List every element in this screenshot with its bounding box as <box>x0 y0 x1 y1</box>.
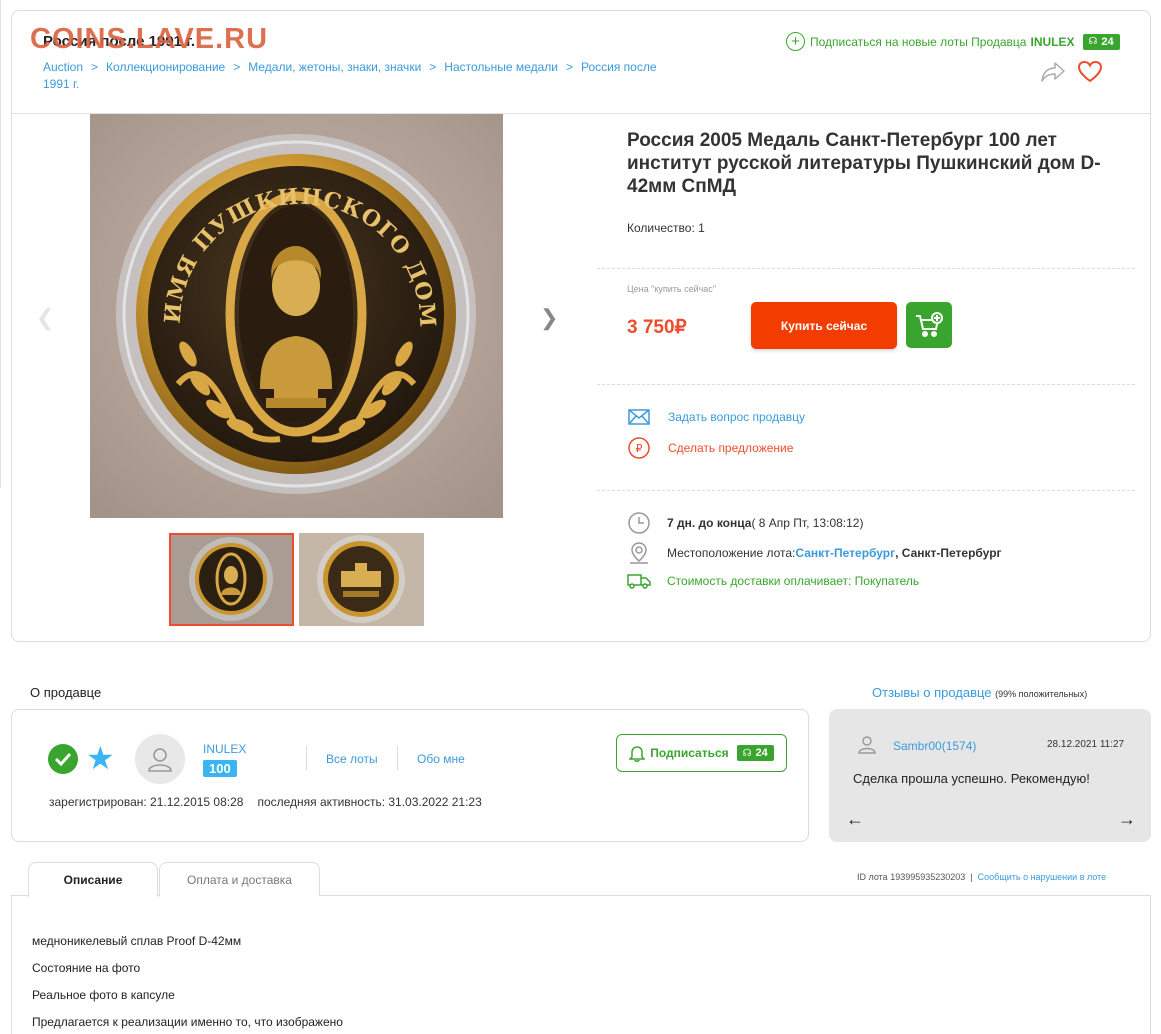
add-to-cart-button[interactable] <box>906 302 952 348</box>
make-offer-link[interactable]: ₽ Сделать предложение <box>627 437 793 459</box>
follow-button[interactable]: Подписаться ☊ 24 <box>616 734 787 772</box>
watermark: COINS.LAVE.RU <box>30 23 269 55</box>
user-icon <box>857 734 877 757</box>
review-user[interactable]: Sambr00(1574) <box>857 734 976 757</box>
registered-date: зарегистрирован: 21.12.2015 08:28 <box>49 795 244 809</box>
divider <box>597 490 1135 491</box>
followers-count: 24 <box>755 747 768 759</box>
ask-question-label: Задать вопрос продавцу <box>668 410 806 424</box>
price-label: Цена "купить сейчас" <box>627 284 717 294</box>
thumbnail-obverse[interactable] <box>169 533 294 626</box>
description-line: Состояние на фото <box>32 961 141 975</box>
avatar[interactable] <box>135 734 185 784</box>
location-row: Местоположение лота: Санкт-Петербург, Са… <box>627 541 1002 565</box>
content-divider <box>0 0 1 488</box>
plus-icon: + <box>786 32 805 51</box>
report-violation-link[interactable]: Сообщить о нарушении в лоте <box>978 872 1107 882</box>
verified-icon <box>48 744 78 774</box>
breadcrumb-item-collecting[interactable]: Коллекционирование <box>106 60 225 74</box>
last-active-date: последняя активность: 31.03.2022 21:23 <box>257 795 482 809</box>
seller-registration: зарегистрирован: 21.12.2015 08:28 последн… <box>49 795 496 809</box>
ask-question-link[interactable]: Задать вопрос продавцу <box>627 409 805 425</box>
about-me-link[interactable]: Обо мне <box>417 752 465 766</box>
location-region: , Санкт-Петербург <box>895 546 1002 560</box>
lot-id-separator: | <box>970 872 973 882</box>
subscribers-badge: ☊ 24 <box>1082 33 1120 50</box>
main-lot-image[interactable]: ИМЯ ПУШКИНСКОГО ДОМА В АКАДЕМИИ НАУК! <box>90 114 503 518</box>
seller-card <box>11 709 809 842</box>
user-icon: ☊ <box>742 747 752 759</box>
followers-badge: ☊ 24 <box>736 745 774 761</box>
description-panel <box>11 895 1151 1034</box>
review-prev-arrow[interactable]: ← <box>846 809 864 830</box>
subscribers-count: 24 <box>1101 35 1114 48</box>
follow-label: Подписаться <box>650 746 729 760</box>
lot-title: Россия 2005 Медаль Санкт-Петербург 100 л… <box>627 130 1101 197</box>
review-date: 28.12.2021 11:27 <box>1047 739 1125 750</box>
mail-icon <box>627 409 651 425</box>
about-seller-title: О продавце <box>30 685 102 700</box>
buy-now-button[interactable]: Купить сейчас <box>751 302 897 349</box>
delivery-label: Стоимость доставки оплачивает: Покупател… <box>667 574 920 588</box>
lot-id-value: ID лота 193995935230203 <box>857 872 966 882</box>
star-icon: ★ <box>86 740 115 776</box>
lot-quantity: Количество: 1 <box>627 221 705 235</box>
ruble-icon: ₽ <box>627 437 651 459</box>
time-left-row: 7 дн. до конца ( 8 Апр Пт, 13:08:12) <box>627 512 863 534</box>
heart-icon[interactable] <box>1077 60 1103 89</box>
lot-id: ID лота 193995935230203 | Сообщить о нар… <box>857 872 1106 882</box>
cart-icon <box>916 312 943 337</box>
breadcrumb-item-table-medals[interactable]: Настольные медали <box>444 60 558 74</box>
bell-icon <box>629 746 646 762</box>
time-left: 7 дн. до конца <box>667 516 752 530</box>
location-icon <box>627 541 651 565</box>
prev-image-arrow[interactable]: ❮ <box>36 305 54 331</box>
seller-reviews-link[interactable]: Отзывы о продавце (99% положительных) <box>872 685 1087 700</box>
divider <box>597 384 1135 385</box>
location-label: Местоположение лота: <box>667 546 796 560</box>
seller-name[interactable]: INULEX <box>203 742 246 756</box>
review-text: Сделка прошла успешно. Рекомендую! <box>853 771 1090 786</box>
breadcrumb-separator: > <box>233 60 241 74</box>
reviews-title: Отзывы о продавце <box>872 685 992 700</box>
breadcrumb-item-medals[interactable]: Медали, жетоны, знаки, значки <box>248 60 421 74</box>
review-username: Sambr00(1574) <box>893 738 977 753</box>
description-line: Предлагается к реализации именно то, что… <box>32 1015 343 1029</box>
reviews-positive: (99% положительных) <box>995 689 1088 699</box>
end-date: ( 8 Апр Пт, 13:08:12) <box>751 516 864 530</box>
thumbnail-reverse[interactable] <box>299 533 424 626</box>
expand-icon[interactable] <box>516 132 548 169</box>
review-next-arrow[interactable]: → <box>1118 809 1136 830</box>
description-line: Реальное фото в капсуле <box>32 988 175 1002</box>
subscribe-seller-link[interactable]: + Подписаться на новые лоты Продавца INU… <box>786 32 1120 51</box>
clock-icon <box>627 512 651 534</box>
all-lots-link[interactable]: Все лоты <box>326 752 378 766</box>
svg-text:₽: ₽ <box>636 442 643 455</box>
subscribe-seller-label: Подписаться на новые лоты Продавца <box>810 34 1027 49</box>
divider <box>597 268 1135 269</box>
breadcrumb-separator: > <box>91 60 99 74</box>
description-line: медноникелевый сплав Proof D-42мм <box>32 934 242 948</box>
breadcrumb-item-auction[interactable]: Auction <box>43 60 83 74</box>
divider <box>397 746 398 770</box>
user-icon: ☊ <box>1088 36 1098 47</box>
seller-rating: 100 <box>203 760 237 777</box>
truck-icon <box>627 573 651 589</box>
price-value: 3 750₽ <box>627 317 687 338</box>
breadcrumb-separator: > <box>429 60 437 74</box>
breadcrumb-separator: > <box>565 60 573 74</box>
location-city[interactable]: Санкт-Петербург <box>795 546 895 560</box>
next-image-arrow[interactable]: ❯ <box>540 305 558 331</box>
subscribe-seller-name: INULEX <box>1030 34 1075 49</box>
divider <box>306 746 307 770</box>
breadcrumb: Auction > Коллекционирование > Медали, жетон… <box>43 59 683 93</box>
tab-payment-delivery[interactable]: Оплата и доставка <box>159 862 320 896</box>
tab-description[interactable]: Описание <box>28 862 158 897</box>
delivery-row: Стоимость доставки оплачивает: Покупател… <box>627 573 919 589</box>
share-icon[interactable] <box>1040 60 1066 89</box>
make-offer-label: Сделать предложение <box>668 441 794 455</box>
